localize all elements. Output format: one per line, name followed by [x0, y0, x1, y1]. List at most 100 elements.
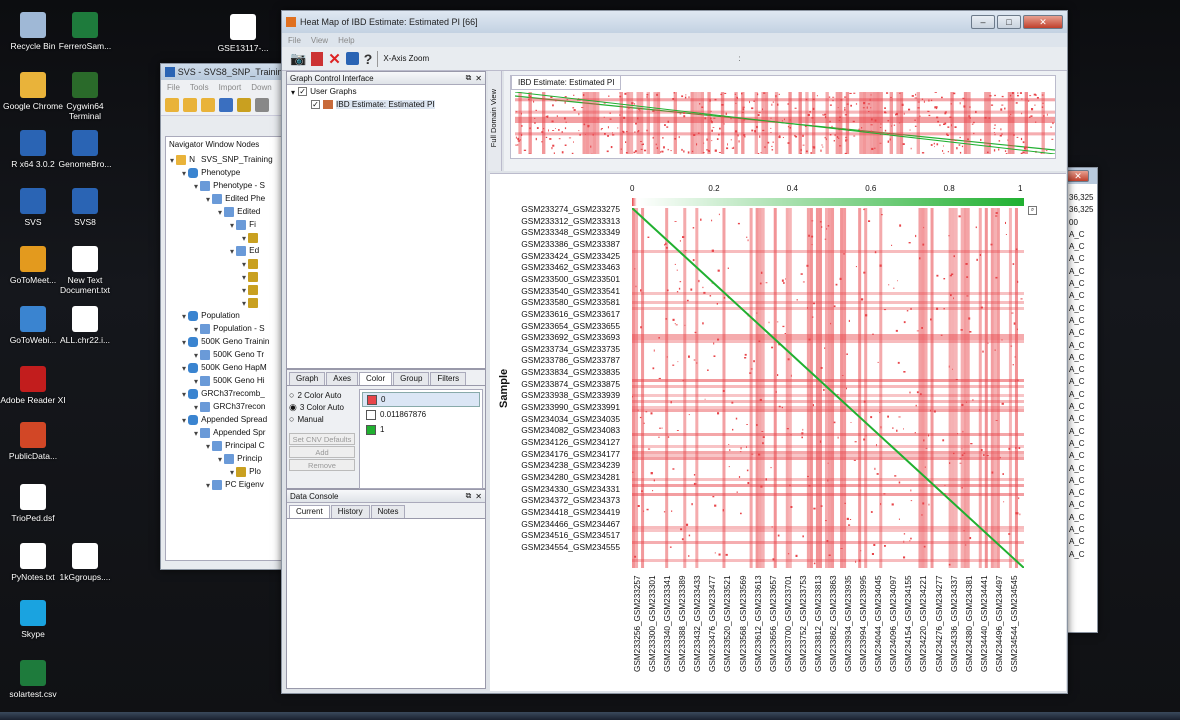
expand-icon[interactable]: ▾: [291, 87, 295, 97]
tab-axes[interactable]: Axes: [326, 372, 359, 385]
desktop-icon[interactable]: PublicData...: [0, 422, 66, 461]
folder-icon[interactable]: [183, 97, 197, 112]
navigator-node[interactable]: ▾ Population - S: [166, 322, 288, 335]
new-project-icon[interactable]: [201, 97, 215, 112]
navigator-node[interactable]: ▾ N SVS_SNP_Training: [166, 153, 288, 166]
expand-icon[interactable]: ▾: [170, 155, 174, 165]
navigator-node[interactable]: ▾ Edited Phe: [166, 192, 288, 205]
expand-icon[interactable]: ▾: [194, 350, 198, 360]
expand-icon[interactable]: ▾: [206, 194, 210, 204]
tab-history[interactable]: History: [330, 505, 370, 518]
desktop-icon[interactable]: SVS8: [52, 188, 118, 227]
desktop-icon[interactable]: Cygwin64 Terminal: [52, 72, 118, 121]
expand-icon[interactable]: ▾: [242, 298, 246, 308]
menu-item[interactable]: View: [311, 36, 328, 45]
tab-current[interactable]: Current: [289, 505, 330, 518]
navigator-node[interactable]: ▾ Appended Spread: [166, 413, 288, 426]
float-panel-icon[interactable]: ⧉: [466, 73, 472, 83]
color-stop-row[interactable]: 0: [362, 392, 480, 407]
desktop-icon[interactable]: Skype: [0, 600, 66, 639]
navigator-node[interactable]: ▾: [166, 270, 288, 283]
settings-icon[interactable]: [237, 97, 251, 112]
color-mode-radio[interactable]: ○ Manual: [289, 413, 355, 425]
color-swatch[interactable]: [366, 424, 376, 435]
radio-icon[interactable]: ○: [289, 390, 294, 400]
expand-icon[interactable]: ▾: [242, 233, 246, 243]
svs-main-window[interactable]: SVS - SVS8_SNP_Training File Tools Import D…: [160, 63, 290, 570]
navigator-node[interactable]: ▾ 500K Geno HapM: [166, 361, 288, 374]
color-stop-row[interactable]: 0.011867876: [362, 407, 480, 422]
add-button[interactable]: Add: [289, 446, 355, 458]
minimize-button[interactable]: –: [971, 15, 995, 29]
tab-group[interactable]: Group: [393, 372, 430, 385]
expand-icon[interactable]: ▾: [194, 428, 198, 438]
tab-graph[interactable]: Graph: [289, 372, 326, 385]
float-panel-icon[interactable]: ⧉: [466, 491, 472, 501]
radio-icon[interactable]: ○: [289, 414, 294, 424]
desktop-icon[interactable]: GSE13117-...: [210, 14, 276, 53]
tree-user-graphs[interactable]: ▾ ✓ User Graphs: [287, 85, 485, 98]
home-icon[interactable]: [345, 52, 359, 65]
navigator-node[interactable]: ▾ Population: [166, 309, 288, 322]
expand-icon[interactable]: ▾: [242, 259, 246, 269]
expand-icon[interactable]: ▾: [182, 311, 186, 321]
expand-icon[interactable]: ▾: [230, 467, 234, 477]
tools-icon[interactable]: [255, 97, 269, 112]
delete-icon[interactable]: ✕: [328, 50, 341, 68]
menu-item[interactable]: Tools: [190, 83, 209, 92]
navigator-node[interactable]: ▾ Principal C: [166, 439, 288, 452]
menu-item[interactable]: Help: [338, 36, 354, 45]
navigator-node[interactable]: ▾ GRCh37recon: [166, 400, 288, 413]
colorbar-pin-icon[interactable]: ⌕: [1028, 206, 1037, 215]
navigator-node[interactable]: ▾ Princip: [166, 452, 288, 465]
tab-notes[interactable]: Notes: [370, 505, 406, 518]
pdf-export-icon[interactable]: [311, 51, 324, 66]
tab-filters[interactable]: Filters: [430, 372, 467, 385]
navigator-node[interactable]: ▾ Phenotype - S: [166, 179, 288, 192]
help-icon[interactable]: ?: [364, 51, 373, 67]
navigator-node[interactable]: ▾ 500K Geno Tr: [166, 348, 288, 361]
desktop-icon[interactable]: ALL.chr22.i...: [52, 306, 118, 345]
expand-icon[interactable]: ▾: [218, 454, 222, 464]
background-close-button[interactable]: ✕: [1067, 170, 1089, 182]
navigator-node[interactable]: ▾ 500K Geno Hi: [166, 374, 288, 387]
desktop-icon[interactable]: Adobe Reader XI: [0, 366, 66, 405]
heatmap-window[interactable]: Heat Map of IBD Estimate: Estimated PI […: [281, 10, 1068, 694]
expand-icon[interactable]: ▾: [230, 220, 234, 230]
color-swatch[interactable]: [366, 409, 376, 420]
navigator-node[interactable]: ▾ Fi: [166, 218, 288, 231]
desktop-icon[interactable]: GenomeBro...: [52, 130, 118, 169]
expand-icon[interactable]: ▾: [182, 389, 186, 399]
desktop-icon[interactable]: 1kGgroups....: [52, 543, 118, 582]
menu-item[interactable]: File: [288, 36, 301, 45]
navigator-node[interactable]: ▾: [166, 257, 288, 270]
expand-icon[interactable]: ▾: [194, 181, 198, 191]
close-panel-icon[interactable]: ✕: [475, 492, 482, 501]
checkbox-checked-icon[interactable]: ✓: [311, 100, 320, 109]
color-mode-radio[interactable]: ◉ 3 Color Auto: [289, 401, 355, 413]
menu-item[interactable]: File: [167, 83, 180, 92]
expand-icon[interactable]: ▾: [242, 285, 246, 295]
desktop-icon[interactable]: New Text Document.txt: [52, 246, 118, 295]
expand-icon[interactable]: ▾: [206, 480, 210, 490]
colorbar-svg[interactable]: [632, 198, 1024, 206]
tab-color[interactable]: Color: [359, 372, 393, 385]
desktop-icon[interactable]: TrioPed.dsf: [0, 484, 66, 523]
overview-chart[interactable]: IBD Estimate: Estimated PI: [510, 75, 1056, 159]
navigator-node[interactable]: ▾ GRCh37recomb_: [166, 387, 288, 400]
expand-icon[interactable]: ▾: [194, 402, 198, 412]
save-icon[interactable]: [219, 97, 233, 112]
color-swatch[interactable]: [367, 394, 377, 405]
expand-icon[interactable]: ▾: [242, 272, 246, 282]
heatmap-titlebar[interactable]: Heat Map of IBD Estimate: Estimated PI […: [282, 11, 1067, 33]
expand-icon[interactable]: ▾: [182, 168, 186, 178]
open-folder-icon[interactable]: [165, 97, 179, 112]
camera-icon[interactable]: 📷: [290, 51, 306, 67]
navigator-node[interactable]: ▾ Phenotype: [166, 166, 288, 179]
set-cnv-defaults-button[interactable]: Set CNV Defaults: [289, 433, 355, 445]
navigator-node[interactable]: ▾ Appended Spr: [166, 426, 288, 439]
tree-ibd-estimate[interactable]: ✓ IBD Estimate: Estimated PI: [287, 98, 485, 111]
remove-button[interactable]: Remove: [289, 459, 355, 471]
desktop-icon[interactable]: solartest.csv: [0, 660, 66, 699]
x-axis-zoom-slider[interactable]: :: [738, 54, 740, 63]
